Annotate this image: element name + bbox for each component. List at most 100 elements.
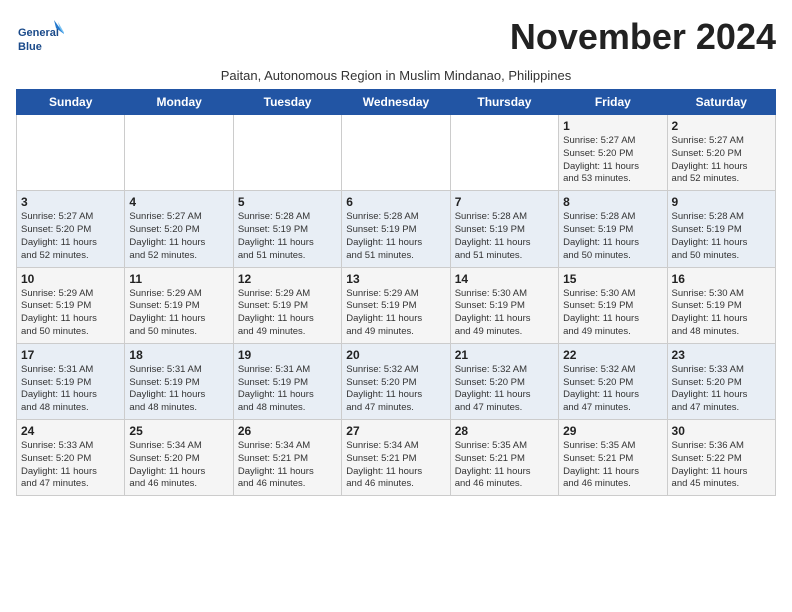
day-info: Sunrise: 5:29 AM Sunset: 5:19 PM Dayligh… (21, 288, 120, 339)
day-number: 8 (563, 195, 662, 209)
calendar-cell: 10 Sunrise: 5:29 AM Sunset: 5:19 PM Dayli… (17, 267, 125, 343)
calendar-cell: 22 Sunrise: 5:32 AM Sunset: 5:20 PM Dayli… (559, 343, 667, 419)
calendar-cell: 27Sunrise: 5:34 AM Sunset: 5:21 PM Dayli… (342, 420, 450, 496)
day-info: Sunrise: 5:28 AM Sunset: 5:19 PM Dayligh… (346, 211, 445, 262)
day-number: 12 (238, 272, 337, 286)
day-info: Sunrise: 5:33 AM Sunset: 5:20 PM Dayligh… (672, 364, 771, 415)
day-info: Sunrise: 5:35 AM Sunset: 5:21 PM Dayligh… (563, 440, 662, 491)
day-number: 2 (672, 119, 771, 133)
col-header-tuesday: Tuesday (233, 90, 341, 115)
day-number: 3 (21, 195, 120, 209)
subtitle: Paitan, Autonomous Region in Muslim Mind… (16, 68, 776, 83)
calendar-cell: 25 Sunrise: 5:34 AM Sunset: 5:20 PM Dayli… (125, 420, 233, 496)
day-info: Sunrise: 5:32 AM Sunset: 5:20 PM Dayligh… (563, 364, 662, 415)
calendar-cell: 1 Sunrise: 5:27 AM Sunset: 5:20 PM Daylig… (559, 115, 667, 191)
day-info: Sunrise: 5:29 AM Sunset: 5:19 PM Dayligh… (129, 288, 228, 339)
calendar-cell: 13Sunrise: 5:29 AM Sunset: 5:19 PM Dayli… (342, 267, 450, 343)
svg-text:General: General (18, 27, 59, 39)
day-info: Sunrise: 5:30 AM Sunset: 5:19 PM Dayligh… (455, 288, 554, 339)
day-number: 17 (21, 348, 120, 362)
calendar-cell: 29 Sunrise: 5:35 AM Sunset: 5:21 PM Dayli… (559, 420, 667, 496)
day-info: Sunrise: 5:34 AM Sunset: 5:21 PM Dayligh… (346, 440, 445, 491)
day-info: Sunrise: 5:28 AM Sunset: 5:19 PM Dayligh… (563, 211, 662, 262)
calendar-cell: 3 Sunrise: 5:27 AM Sunset: 5:20 PM Daylig… (17, 191, 125, 267)
calendar-cell: 6 Sunrise: 5:28 AM Sunset: 5:19 PM Daylig… (342, 191, 450, 267)
day-info: Sunrise: 5:29 AM Sunset: 5:19 PM Dayligh… (346, 288, 445, 339)
day-info: Sunrise: 5:28 AM Sunset: 5:19 PM Dayligh… (455, 211, 554, 262)
month-title: November 2024 (510, 16, 776, 58)
calendar-cell: 28 Sunrise: 5:35 AM Sunset: 5:21 PM Dayli… (450, 420, 558, 496)
calendar-week-row: 3 Sunrise: 5:27 AM Sunset: 5:20 PM Daylig… (17, 191, 776, 267)
calendar-cell: 17 Sunrise: 5:31 AM Sunset: 5:19 PM Dayli… (17, 343, 125, 419)
calendar-cell: 23 Sunrise: 5:33 AM Sunset: 5:20 PM Dayli… (667, 343, 775, 419)
calendar-cell (450, 115, 558, 191)
day-number: 30 (672, 424, 771, 438)
day-number: 11 (129, 272, 228, 286)
day-number: 22 (563, 348, 662, 362)
calendar-cell (233, 115, 341, 191)
day-number: 21 (455, 348, 554, 362)
day-info: Sunrise: 5:27 AM Sunset: 5:20 PM Dayligh… (21, 211, 120, 262)
day-number: 25 (129, 424, 228, 438)
day-number: 26 (238, 424, 337, 438)
header-section: General Blue November 2024 (16, 16, 776, 64)
day-info: Sunrise: 5:36 AM Sunset: 5:22 PM Dayligh… (672, 440, 771, 491)
calendar-cell (17, 115, 125, 191)
calendar-cell: 2 Sunrise: 5:27 AM Sunset: 5:20 PM Daylig… (667, 115, 775, 191)
day-info: Sunrise: 5:34 AM Sunset: 5:21 PM Dayligh… (238, 440, 337, 491)
day-info: Sunrise: 5:27 AM Sunset: 5:20 PM Dayligh… (563, 135, 662, 186)
calendar-cell (125, 115, 233, 191)
calendar-cell: 5Sunrise: 5:28 AM Sunset: 5:19 PM Daylig… (233, 191, 341, 267)
col-header-thursday: Thursday (450, 90, 558, 115)
calendar-table: SundayMondayTuesdayWednesdayThursdayFrid… (16, 89, 776, 496)
svg-text:Blue: Blue (18, 41, 42, 53)
day-info: Sunrise: 5:28 AM Sunset: 5:19 PM Dayligh… (672, 211, 771, 262)
day-number: 24 (21, 424, 120, 438)
day-info: Sunrise: 5:31 AM Sunset: 5:19 PM Dayligh… (21, 364, 120, 415)
calendar-week-row: 17 Sunrise: 5:31 AM Sunset: 5:19 PM Dayli… (17, 343, 776, 419)
calendar-cell: 20Sunrise: 5:32 AM Sunset: 5:20 PM Dayli… (342, 343, 450, 419)
calendar-cell: 24 Sunrise: 5:33 AM Sunset: 5:20 PM Dayli… (17, 420, 125, 496)
day-info: Sunrise: 5:28 AM Sunset: 5:19 PM Dayligh… (238, 211, 337, 262)
day-info: Sunrise: 5:30 AM Sunset: 5:19 PM Dayligh… (563, 288, 662, 339)
day-number: 20 (346, 348, 445, 362)
day-info: Sunrise: 5:29 AM Sunset: 5:19 PM Dayligh… (238, 288, 337, 339)
day-number: 15 (563, 272, 662, 286)
day-info: Sunrise: 5:31 AM Sunset: 5:19 PM Dayligh… (129, 364, 228, 415)
day-number: 4 (129, 195, 228, 209)
day-info: Sunrise: 5:35 AM Sunset: 5:21 PM Dayligh… (455, 440, 554, 491)
calendar-cell (342, 115, 450, 191)
day-info: Sunrise: 5:30 AM Sunset: 5:19 PM Dayligh… (672, 288, 771, 339)
day-number: 9 (672, 195, 771, 209)
col-header-monday: Monday (125, 90, 233, 115)
calendar-week-row: 10 Sunrise: 5:29 AM Sunset: 5:19 PM Dayli… (17, 267, 776, 343)
calendar-cell: 14 Sunrise: 5:30 AM Sunset: 5:19 PM Dayli… (450, 267, 558, 343)
calendar-cell: 12 Sunrise: 5:29 AM Sunset: 5:19 PM Dayli… (233, 267, 341, 343)
day-number: 19 (238, 348, 337, 362)
day-number: 14 (455, 272, 554, 286)
calendar-week-row: 24 Sunrise: 5:33 AM Sunset: 5:20 PM Dayli… (17, 420, 776, 496)
day-info: Sunrise: 5:27 AM Sunset: 5:20 PM Dayligh… (129, 211, 228, 262)
col-header-saturday: Saturday (667, 90, 775, 115)
day-number: 29 (563, 424, 662, 438)
logo: General Blue (16, 16, 64, 64)
calendar-cell: 4 Sunrise: 5:27 AM Sunset: 5:20 PM Daylig… (125, 191, 233, 267)
day-number: 28 (455, 424, 554, 438)
calendar-cell: 30 Sunrise: 5:36 AM Sunset: 5:22 PM Dayli… (667, 420, 775, 496)
day-info: Sunrise: 5:33 AM Sunset: 5:20 PM Dayligh… (21, 440, 120, 491)
day-info: Sunrise: 5:34 AM Sunset: 5:20 PM Dayligh… (129, 440, 228, 491)
day-number: 6 (346, 195, 445, 209)
day-number: 16 (672, 272, 771, 286)
day-number: 18 (129, 348, 228, 362)
col-header-sunday: Sunday (17, 90, 125, 115)
calendar-cell: 19Sunrise: 5:31 AM Sunset: 5:19 PM Dayli… (233, 343, 341, 419)
calendar-cell: 9 Sunrise: 5:28 AM Sunset: 5:19 PM Daylig… (667, 191, 775, 267)
day-number: 23 (672, 348, 771, 362)
day-number: 10 (21, 272, 120, 286)
calendar-cell: 15 Sunrise: 5:30 AM Sunset: 5:19 PM Dayli… (559, 267, 667, 343)
calendar-week-row: 1 Sunrise: 5:27 AM Sunset: 5:20 PM Daylig… (17, 115, 776, 191)
calendar-cell: 11 Sunrise: 5:29 AM Sunset: 5:19 PM Dayli… (125, 267, 233, 343)
day-number: 1 (563, 119, 662, 133)
day-info: Sunrise: 5:27 AM Sunset: 5:20 PM Dayligh… (672, 135, 771, 186)
calendar-cell: 26 Sunrise: 5:34 AM Sunset: 5:21 PM Dayli… (233, 420, 341, 496)
